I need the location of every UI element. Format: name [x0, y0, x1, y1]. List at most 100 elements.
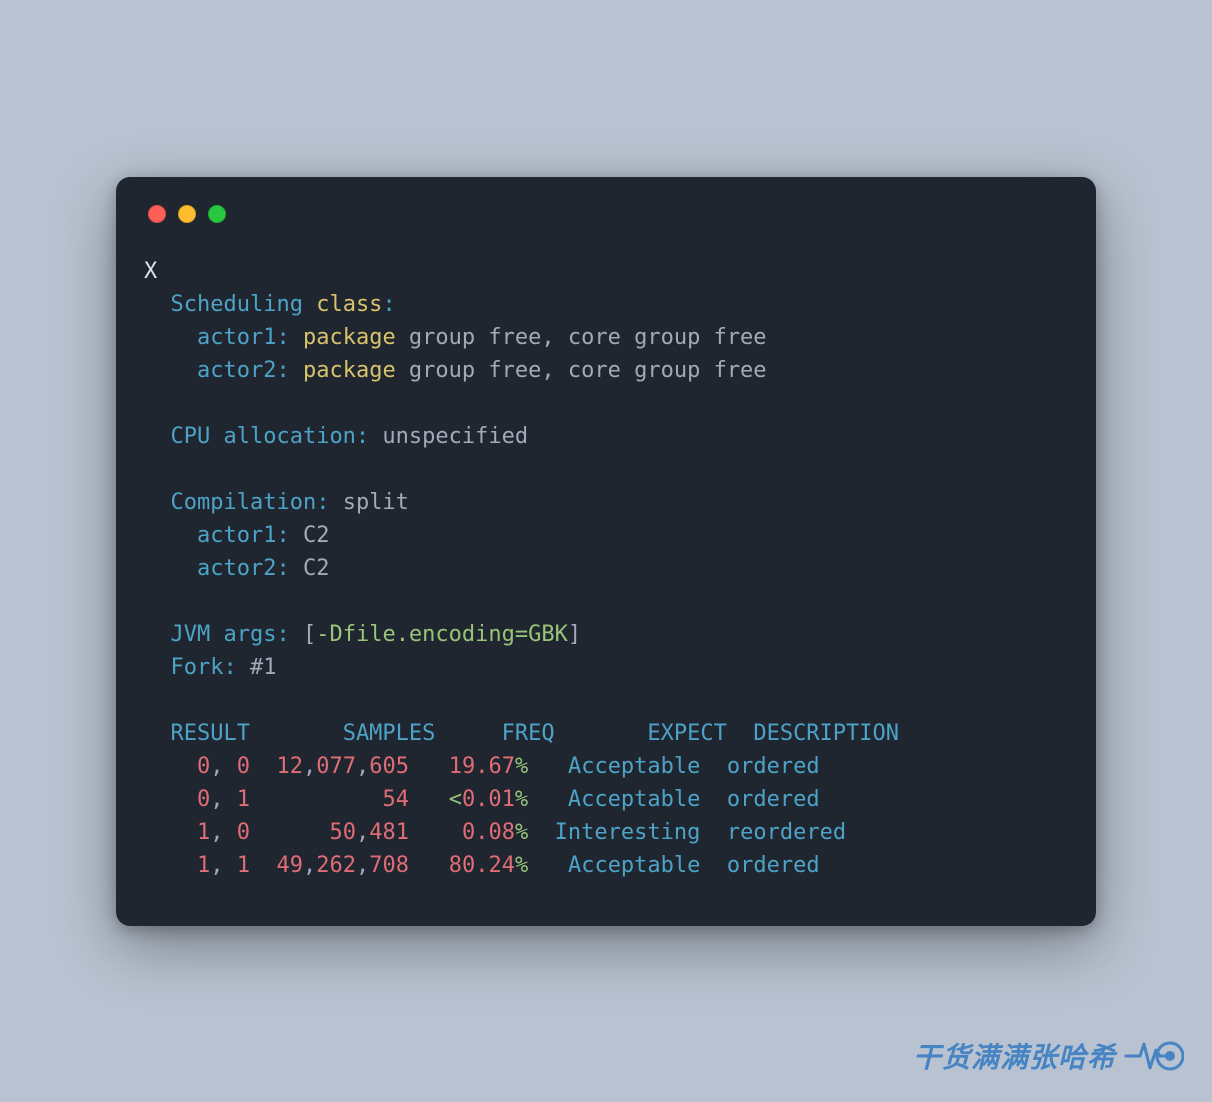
- actor1-groups: group free, core group free: [396, 325, 767, 350]
- freq-num: 0.01: [462, 787, 515, 812]
- comp-actor1-label: actor1: [197, 523, 276, 548]
- sample-digit: 2: [343, 853, 356, 878]
- colon: :: [276, 325, 289, 350]
- sample-digit: 1: [276, 754, 289, 779]
- result-b: 0: [237, 820, 250, 845]
- expect-value: Acceptable: [528, 754, 700, 779]
- sample-digit: 4: [396, 787, 409, 812]
- comma: ,: [356, 853, 369, 878]
- bracket-open: [: [290, 622, 317, 647]
- package-keyword: package: [303, 358, 396, 383]
- freq-pct: %: [515, 820, 528, 845]
- actor2-label: actor2: [197, 358, 276, 383]
- result-a: 1: [197, 820, 210, 845]
- close-icon[interactable]: [148, 205, 166, 223]
- sample-digit: 7: [343, 754, 356, 779]
- freq-num: 0.08: [462, 820, 515, 845]
- header-description: DESCRIPTION: [753, 721, 899, 746]
- comma: ,: [303, 754, 316, 779]
- result-b: 0: [237, 754, 250, 779]
- sample-digit: 5: [329, 820, 342, 845]
- sample-digit: 6: [369, 754, 382, 779]
- sample-digit: 8: [396, 853, 409, 878]
- terminal-window: X Scheduling class: actor1: package grou…: [116, 177, 1096, 926]
- header-expect: EXPECT: [555, 721, 727, 746]
- result-b: 1: [237, 853, 250, 878]
- fork-label: Fork:: [171, 655, 237, 680]
- comp-actor1-value: C2: [290, 523, 330, 548]
- jvm-flag: -Dfile.encoding=GBK: [316, 622, 568, 647]
- description-value: ordered: [727, 853, 820, 878]
- maximize-icon[interactable]: [208, 205, 226, 223]
- prompt-line: X: [144, 259, 157, 284]
- colon: :: [276, 556, 289, 581]
- sample-digit: 0: [382, 754, 395, 779]
- header-freq: FREQ: [435, 721, 554, 746]
- actor1-label: actor1: [197, 325, 276, 350]
- minimize-icon[interactable]: [178, 205, 196, 223]
- jvm-args-label: JVM args:: [171, 622, 290, 647]
- window-controls: [148, 205, 1068, 223]
- sample-digit: 2: [316, 853, 329, 878]
- result-b: 1: [237, 787, 250, 812]
- comp-actor2-label: actor2: [197, 556, 276, 581]
- freq-pct: %: [515, 754, 528, 779]
- pulse-icon: [1124, 1034, 1184, 1078]
- comp-actor2-value: C2: [290, 556, 330, 581]
- cpu-alloc-value: unspecified: [369, 424, 528, 449]
- bracket-close: ]: [568, 622, 581, 647]
- sample-digit: 5: [382, 787, 395, 812]
- sample-digit: 9: [290, 853, 303, 878]
- colon: :: [276, 358, 289, 383]
- fork-value: #1: [237, 655, 277, 680]
- terminal-output: X Scheduling class: actor1: package grou…: [144, 255, 1068, 882]
- freq-pct: %: [515, 853, 528, 878]
- expect-value: Acceptable: [528, 787, 700, 812]
- description-value: ordered: [727, 754, 820, 779]
- sample-digit: 2: [290, 754, 303, 779]
- comma: ,: [210, 787, 237, 812]
- colon: :: [382, 292, 395, 317]
- sample-digit: 0: [343, 820, 356, 845]
- freq-pct: %: [515, 787, 528, 812]
- sample-digit: 7: [329, 754, 342, 779]
- freq-num: 80.24: [449, 853, 515, 878]
- watermark-text: 干货满满张哈希: [913, 1036, 1116, 1076]
- sample-digit: 7: [369, 853, 382, 878]
- sample-digit: 0: [316, 754, 329, 779]
- header-samples: SAMPLES: [276, 721, 435, 746]
- comma: ,: [303, 853, 316, 878]
- package-keyword: package: [303, 325, 396, 350]
- sample-digit: 4: [369, 820, 382, 845]
- result-a: 1: [197, 853, 210, 878]
- sample-digit: 4: [276, 853, 289, 878]
- actor2-groups: group free, core group free: [396, 358, 767, 383]
- cpu-alloc-label: CPU allocation:: [171, 424, 370, 449]
- class-keyword: class: [316, 292, 382, 317]
- result-a: 0: [197, 754, 210, 779]
- freq-lt: <: [449, 787, 462, 812]
- sample-digit: 5: [396, 754, 409, 779]
- comma: ,: [210, 820, 237, 845]
- freq-num: 19.67: [449, 754, 515, 779]
- sample-digit: 1: [396, 820, 409, 845]
- colon: :: [276, 523, 289, 548]
- description-value: ordered: [727, 787, 820, 812]
- header-result: RESULT: [171, 721, 277, 746]
- expect-value: Interesting: [528, 820, 700, 845]
- scheduling-label: Scheduling: [171, 292, 303, 317]
- comma: ,: [356, 820, 369, 845]
- compilation-label: Compilation:: [171, 490, 330, 515]
- result-a: 0: [197, 787, 210, 812]
- sample-digit: 6: [329, 853, 342, 878]
- watermark: 干货满满张哈希: [913, 1034, 1184, 1078]
- expect-value: Acceptable: [528, 853, 700, 878]
- compilation-value: split: [329, 490, 408, 515]
- comma: ,: [210, 853, 237, 878]
- sample-digit: 0: [382, 853, 395, 878]
- description-value: reordered: [727, 820, 846, 845]
- comma: ,: [356, 754, 369, 779]
- results-table: RESULT SAMPLES FREQ EXPECT DESCRIPTION 0…: [144, 721, 899, 878]
- sample-digit: 8: [382, 820, 395, 845]
- comma: ,: [210, 754, 237, 779]
